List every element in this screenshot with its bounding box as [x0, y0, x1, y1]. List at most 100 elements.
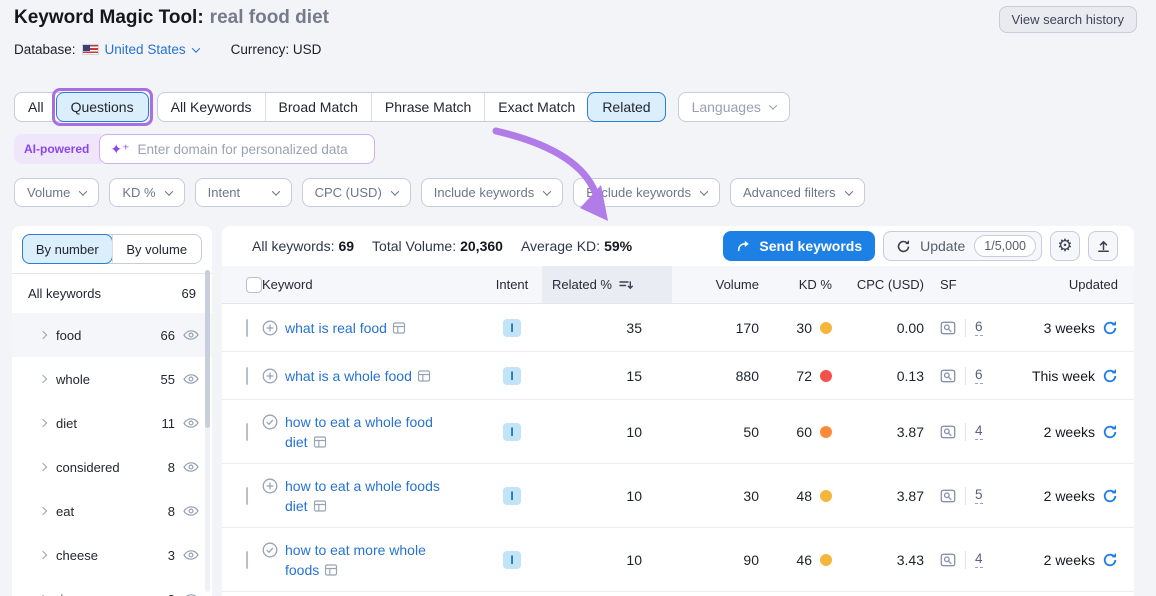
sf-count[interactable]: 4: [975, 423, 983, 440]
filter-include-keywords[interactable]: Include keywords: [421, 178, 563, 207]
filter-cpc[interactable]: CPC (USD): [302, 178, 411, 207]
plus-circle-icon[interactable]: [262, 368, 278, 384]
serp-features-icon[interactable]: [940, 488, 956, 504]
chevron-right-icon[interactable]: [39, 419, 47, 427]
col-volume[interactable]: Volume: [672, 266, 767, 303]
refresh-icon[interactable]: [1102, 368, 1118, 384]
eye-icon[interactable]: [183, 374, 199, 384]
filter-intent[interactable]: Intent: [195, 178, 292, 207]
serp-features-icon[interactable]: [940, 368, 956, 384]
intent-badge-informational[interactable]: I: [503, 319, 521, 337]
table-row: how to eat more whole foods I 10 90 46 3…: [222, 528, 1134, 592]
row-checkbox[interactable]: [246, 319, 248, 337]
chevron-down-icon: [164, 187, 172, 195]
row-checkbox[interactable]: [246, 551, 248, 569]
sidebar-scrollbar[interactable]: [205, 270, 210, 592]
sheet-icon[interactable]: [417, 369, 431, 383]
chevron-right-icon[interactable]: [39, 507, 47, 515]
filter-advanced[interactable]: Advanced filters: [730, 178, 865, 207]
languages-dropdown[interactable]: Languages: [678, 92, 790, 122]
tab-phrase-match[interactable]: Phrase Match: [371, 93, 484, 121]
sheet-icon[interactable]: [313, 499, 327, 513]
refresh-icon[interactable]: [1102, 424, 1118, 440]
refresh-icon[interactable]: [1102, 320, 1118, 336]
intent-badge-informational[interactable]: I: [503, 487, 521, 505]
keyword-link[interactable]: how to eat more whole foods: [285, 540, 435, 580]
keyword-group-cheese[interactable]: cheese 3: [12, 533, 212, 577]
row-checkbox[interactable]: [246, 423, 248, 441]
keyword-link[interactable]: what is real food: [285, 318, 406, 338]
refresh-icon[interactable]: [1102, 488, 1118, 504]
check-circle-icon[interactable]: [262, 542, 278, 558]
database-select[interactable]: United States: [105, 42, 199, 57]
keyword-link[interactable]: how to eat a whole foods diet: [285, 476, 450, 516]
plus-circle-icon[interactable]: [262, 478, 278, 494]
row-checkbox[interactable]: [246, 487, 248, 505]
group-label: whole: [56, 372, 90, 387]
keyword-link[interactable]: what is a whole food: [285, 366, 431, 386]
tab-all[interactable]: All: [15, 93, 57, 121]
tab-all-keywords[interactable]: All Keywords: [158, 93, 265, 121]
view-search-history-button[interactable]: View search history: [999, 6, 1137, 33]
tab-broad-match[interactable]: Broad Match: [265, 93, 371, 121]
settings-button[interactable]: ⚙: [1050, 231, 1080, 261]
keyword-group-considered[interactable]: considered 8: [12, 445, 212, 489]
col-intent[interactable]: Intent: [482, 266, 542, 303]
filter-volume[interactable]: Volume: [14, 178, 99, 207]
sheet-icon[interactable]: [324, 563, 338, 577]
keyword-group-diet[interactable]: diet 11: [12, 401, 212, 445]
kd-dot: [820, 554, 832, 566]
filter-exclude-keywords[interactable]: Exclude keywords: [573, 178, 720, 207]
col-sf[interactable]: SF: [932, 266, 1007, 303]
col-cpc[interactable]: CPC (USD): [837, 266, 932, 303]
serp-features-icon[interactable]: [940, 552, 956, 568]
sf-count[interactable]: 4: [975, 551, 983, 568]
sf-count[interactable]: 5: [975, 487, 983, 504]
col-kd[interactable]: KD %: [767, 266, 837, 303]
col-updated[interactable]: Updated: [1007, 266, 1134, 303]
table-row: how to eat a whole foods diet I 10 30 48…: [222, 464, 1134, 528]
sidebar-item-all-keywords[interactable]: All keywords 69: [12, 274, 212, 313]
sheet-icon[interactable]: [313, 435, 327, 449]
chevron-right-icon[interactable]: [39, 375, 47, 383]
tab-related[interactable]: Related: [587, 92, 665, 122]
keyword-link[interactable]: how to eat a whole food diet: [285, 412, 445, 452]
plus-circle-icon[interactable]: [262, 320, 278, 336]
stat-all-keywords-value: 69: [338, 238, 354, 254]
chevron-right-icon[interactable]: [39, 463, 47, 471]
serp-features-icon[interactable]: [940, 424, 956, 440]
eye-icon[interactable]: [183, 462, 199, 472]
select-all-checkbox[interactable]: [246, 277, 262, 293]
intent-badge-informational[interactable]: I: [503, 423, 521, 441]
eye-icon[interactable]: [183, 550, 199, 560]
keyword-group-rice[interactable]: rice 3: [12, 577, 212, 596]
serp-features-icon[interactable]: [940, 320, 956, 336]
filter-kd[interactable]: KD %: [109, 178, 184, 207]
domain-input[interactable]: [137, 142, 364, 157]
keyword-group-whole[interactable]: whole 55: [12, 357, 212, 401]
sheet-icon[interactable]: [392, 321, 406, 335]
tab-exact-match[interactable]: Exact Match: [484, 93, 588, 121]
keyword-group-food[interactable]: food 66: [12, 313, 212, 357]
intent-badge-informational[interactable]: I: [503, 551, 521, 569]
tab-questions[interactable]: Questions: [56, 92, 149, 122]
col-keyword[interactable]: Keyword: [262, 266, 482, 303]
refresh-icon[interactable]: [1102, 552, 1118, 568]
intent-badge-informational[interactable]: I: [503, 367, 521, 385]
eye-icon[interactable]: [183, 506, 199, 516]
update-button[interactable]: Update 1/5,000: [883, 231, 1042, 261]
sf-count[interactable]: 6: [975, 367, 983, 384]
chevron-right-icon[interactable]: [39, 331, 47, 339]
col-related[interactable]: Related %: [542, 266, 672, 303]
send-keywords-button[interactable]: Send keywords: [723, 231, 875, 261]
export-button[interactable]: [1088, 231, 1118, 261]
eye-icon[interactable]: [183, 418, 199, 428]
toggle-by-number[interactable]: By number: [22, 234, 113, 264]
sf-count[interactable]: 6: [975, 319, 983, 336]
toggle-by-volume[interactable]: By volume: [112, 235, 202, 263]
chevron-right-icon[interactable]: [39, 551, 47, 559]
keyword-group-eat[interactable]: eat 8: [12, 489, 212, 533]
check-circle-icon[interactable]: [262, 414, 278, 430]
eye-icon[interactable]: [183, 330, 199, 340]
row-checkbox[interactable]: [246, 367, 248, 385]
